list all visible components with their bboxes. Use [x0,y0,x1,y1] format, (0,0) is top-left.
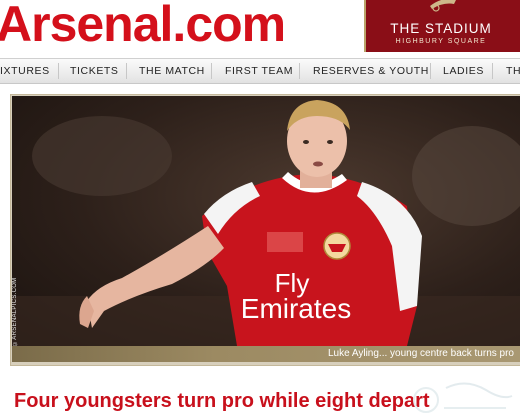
nav-item-reserves-youth[interactable]: RESERVES & YOUTH [313,59,429,83]
nav-item-fixtures[interactable]: IXTURES [0,59,50,83]
nav-divider [492,63,493,79]
nav-item-the-match[interactable]: THE MATCH [139,59,205,83]
nav-item-first-team[interactable]: FIRST TEAM [225,59,293,83]
nav-item-ladies[interactable]: LADIES [443,59,484,83]
stadium-title: THE STADIUM [390,21,492,36]
article-headline[interactable]: Four youngsters turn pro while eight dep… [14,390,430,413]
caption-bar: Luke Ayling... young centre back turns p… [12,346,520,362]
nav-item-the-stadium[interactable]: TH [506,59,520,83]
nav-divider [58,63,59,79]
main-nav: IXTURES TICKETS THE MATCH FIRST TEAM RES… [0,58,520,84]
site-logo[interactable]: Arsenal.com [0,0,286,54]
cannon-crest-icon [430,0,456,12]
site-header: Arsenal.com THE STADIUM HIGHBURY SQUARE [0,0,520,56]
nav-item-tickets[interactable]: TICKETS [70,59,119,83]
stadium-subtitle: HIGHBURY SQUARE [395,38,487,45]
sponsor-line-2: Emirates [241,293,351,324]
nav-divider [430,63,431,79]
photo-caption: Luke Ayling... young centre back turns p… [327,348,514,359]
watermark-logo-icon [413,382,513,413]
nav-divider [126,63,127,79]
stadium-banner[interactable]: THE STADIUM HIGHBURY SQUARE [364,0,520,52]
photo-credit: ©ARSENALPICS.COM [12,277,18,346]
nav-divider [211,63,212,79]
nav-divider [299,63,300,79]
player-illustration: Fly Emirates [12,100,520,346]
feature-photo[interactable]: Fly Emirates [12,96,520,346]
